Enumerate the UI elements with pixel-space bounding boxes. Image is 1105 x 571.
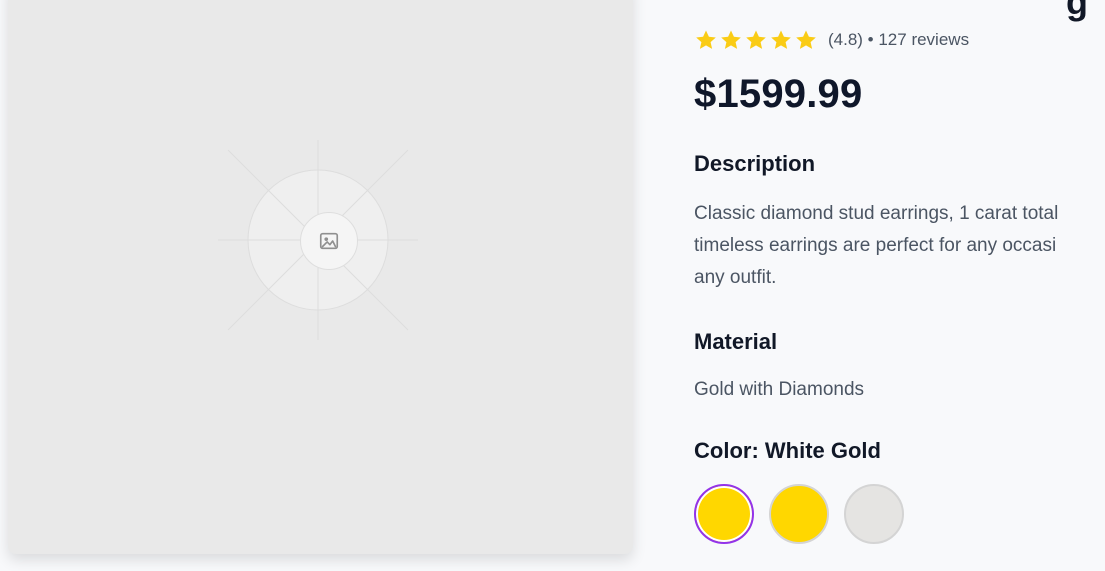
star-icon	[796, 30, 816, 49]
color-swatch-white-gold[interactable]	[844, 484, 904, 544]
rating-stars	[694, 28, 818, 52]
product-price: $1599.99	[694, 72, 863, 116]
star-icon	[771, 30, 791, 49]
star-icon	[746, 30, 766, 49]
product-title-fragment: g	[1066, 0, 1088, 22]
product-details: g (4.8) • 127 reviews $1599.99 Descripti…	[694, 0, 1105, 571]
product-material: Gold with Diamonds	[694, 379, 865, 400]
product-image-card	[8, 0, 633, 554]
image-placeholder-icon	[300, 212, 358, 270]
rating-text: (4.8) • 127 reviews	[828, 30, 970, 49]
color-swatch-gold-selected[interactable]	[694, 484, 754, 544]
product-description: Classic diamond stud earrings, 1 carat t…	[694, 203, 1059, 288]
color-swatches	[694, 484, 904, 544]
description-heading: Description	[694, 151, 816, 176]
color-swatch-gold[interactable]	[769, 484, 829, 544]
material-heading: Material	[694, 329, 778, 354]
color-heading: Color: White Gold	[694, 438, 881, 463]
star-icon	[696, 30, 716, 49]
star-icon	[721, 30, 741, 49]
rating-row: (4.8) • 127 reviews	[694, 26, 969, 54]
